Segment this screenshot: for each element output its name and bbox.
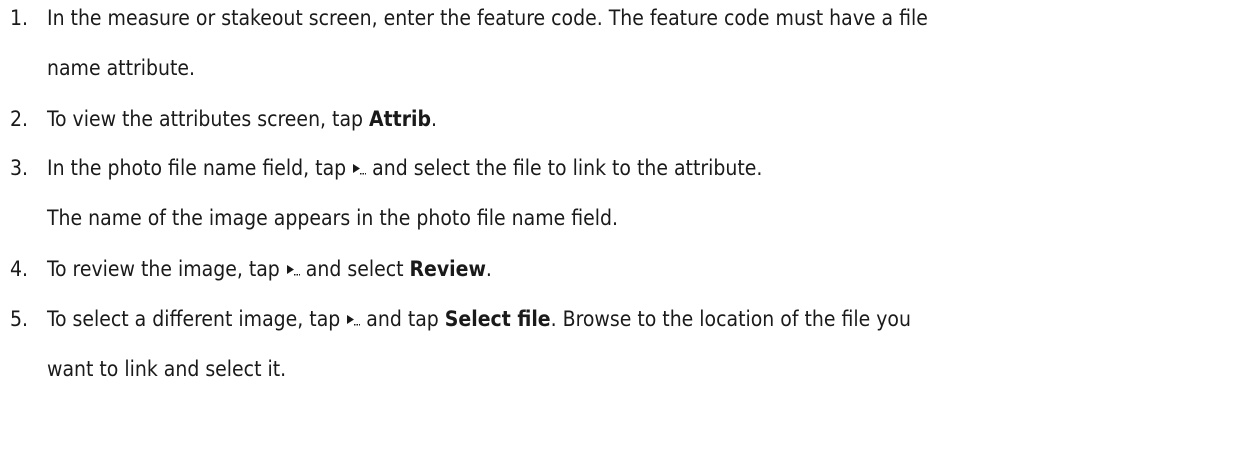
step-text-continued: want to link and select it.: [47, 357, 287, 381]
play-arrow-icon: [352, 162, 367, 176]
step-text-continued: name attribute.: [47, 56, 195, 80]
step-number: 3.: [10, 156, 29, 180]
play-arrow-icon: [346, 313, 361, 327]
review-option-label: Review: [409, 257, 486, 281]
play-arrow-icon: [286, 263, 300, 277]
step-number: 5.: [10, 307, 29, 331]
step-number: 1.: [10, 6, 29, 30]
select-file-option-label: Select file: [444, 307, 551, 331]
step-text: To review the image, tap and select Revie…: [47, 257, 492, 281]
step-text: To view the attributes screen, tap Attri…: [47, 107, 438, 131]
step-number: 2.: [10, 107, 29, 131]
step-number: 4.: [10, 257, 29, 281]
step-text: To select a different image, tap and tap …: [47, 307, 911, 331]
step-text: In the photo file name field, tap and sel…: [47, 156, 763, 180]
step-note: The name of the image appears in the pho…: [47, 206, 619, 230]
step-text: In the measure or stakeout screen, enter…: [47, 6, 928, 30]
attrib-softkey-label: Attrib: [369, 107, 432, 131]
